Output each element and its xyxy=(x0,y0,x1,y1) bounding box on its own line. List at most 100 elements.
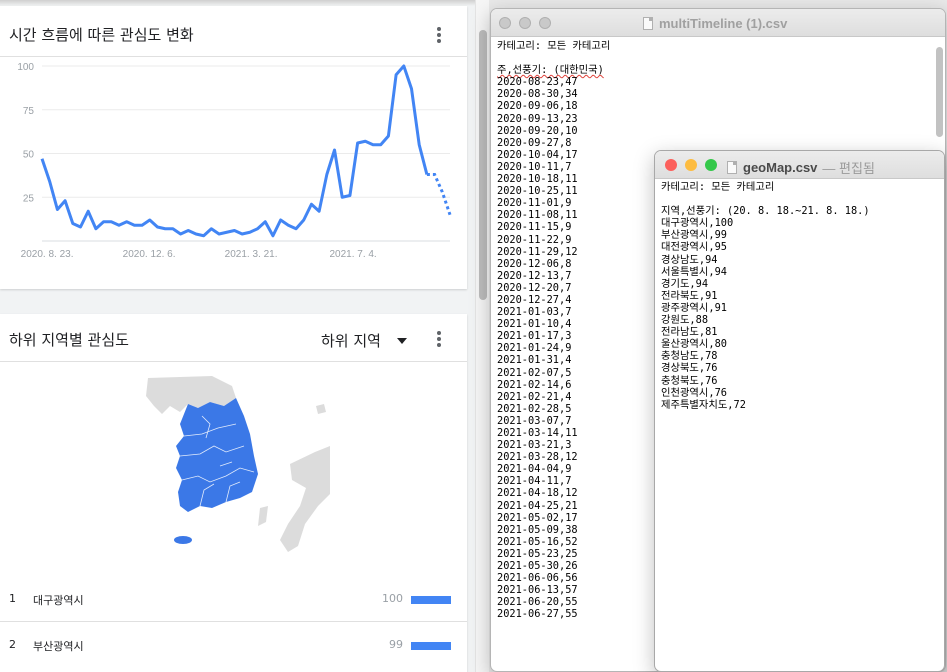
text-line: 2021-06-27,55 xyxy=(497,608,578,621)
interest-over-time-card: 시간 흐름에 따른 관심도 변화 25 50 75 100 2020. 8. 23. 20… xyxy=(0,6,467,289)
text-line: 2021-06-13,57 xyxy=(497,584,578,597)
y-tick-label: 75 xyxy=(23,106,35,117)
text-line: 2020-09-20,10 xyxy=(497,124,578,137)
text-line: 경상남도,94 xyxy=(661,253,718,266)
text-line: 지역,선풍기: (20. 8. 18.~21. 8. 18.) xyxy=(661,205,870,218)
text-line: 2021-03-21,3 xyxy=(497,439,572,452)
text-line xyxy=(497,52,610,64)
text-line: 대구광역시,100 xyxy=(661,217,734,230)
text-line: 광주광역시,91 xyxy=(661,301,727,314)
text-line: 2021-02-14,6 xyxy=(497,378,572,391)
caret-down-icon xyxy=(396,337,407,344)
ranking-value: 100 xyxy=(382,592,403,605)
text-line: 2021-04-11,7 xyxy=(497,475,572,488)
more-options-icon[interactable] xyxy=(437,27,441,43)
text-line: 부산광역시,99 xyxy=(661,229,727,242)
text-line: 2021-03-07,7 xyxy=(497,414,572,427)
text-line: 주,선풍기: (대한민국) xyxy=(497,64,604,77)
subregion-dropdown-value: 하위 지역 xyxy=(321,332,381,350)
text-line: 2020-10-11,7 xyxy=(497,160,572,173)
minimize-button[interactable] xyxy=(519,17,531,29)
interest-by-subregion-title: 하위 지역별 관심도 xyxy=(9,331,129,349)
map-small-island xyxy=(316,404,326,414)
ranking-value: 99 xyxy=(389,638,403,651)
text-line: 2020-12-13,7 xyxy=(497,269,572,282)
text-line: 2020-09-27,8 xyxy=(497,136,572,149)
ranking-bar xyxy=(411,596,451,604)
text-line: 2021-06-06,56 xyxy=(497,572,578,585)
close-button[interactable] xyxy=(499,17,511,29)
map-japan xyxy=(280,446,330,552)
text-line: 대전광역시,95 xyxy=(661,241,727,254)
more-options-icon[interactable] xyxy=(437,331,441,347)
text-line: 2021-01-03,7 xyxy=(497,306,572,319)
ranking-region-name: 부산광역시 xyxy=(33,640,84,653)
window-titlebar[interactable]: geoMap.csv — 편집됨 xyxy=(655,151,944,179)
minimize-button[interactable] xyxy=(685,159,697,171)
text-line: 2020-11-29,12 xyxy=(497,245,578,258)
ranking-row[interactable]: 2 부산광역시 99 xyxy=(0,622,467,668)
interest-line-chart: 25 50 75 100 2020. 8. 23. 2020. 12. 6. 2021. 3… xyxy=(17,62,452,260)
document-icon xyxy=(643,17,653,30)
text-line: 2020-09-13,23 xyxy=(497,112,578,125)
text-line: 2020-11-15,9 xyxy=(497,221,572,234)
map-tsushima xyxy=(258,506,268,526)
ranking-number: 1 xyxy=(9,592,16,605)
text-line: 2021-01-17,3 xyxy=(497,330,572,343)
text-line: 2021-02-07,5 xyxy=(497,366,572,379)
x-tick-label: 2021. 3. 21. xyxy=(225,249,278,260)
text-line: 2021-04-25,21 xyxy=(497,499,578,512)
text-line: 2021-02-28,5 xyxy=(497,402,572,415)
korea-region-map xyxy=(146,376,330,552)
text-line: 경상북도,76 xyxy=(661,362,718,375)
text-line: 2021-05-23,25 xyxy=(497,547,578,560)
close-button[interactable] xyxy=(665,159,677,171)
text-scrollbar-thumb[interactable] xyxy=(936,47,943,137)
series-partial-line xyxy=(426,173,452,216)
y-tick-label: 25 xyxy=(23,193,35,204)
text-line: 서울특별시,94 xyxy=(661,265,727,278)
text-window-geomap[interactable]: geoMap.csv — 편집됨 카테고리: 모든 카테고리 지역,선풍기: (… xyxy=(654,150,945,672)
series-line xyxy=(40,64,429,238)
text-line: 카테고리: 모든 카테고리 xyxy=(497,40,611,52)
text-line: 전라남도,81 xyxy=(661,326,718,339)
text-line: 울산광역시,80 xyxy=(661,338,727,351)
text-line: 2021-05-16,52 xyxy=(497,535,578,548)
text-line: 2021-01-24,9 xyxy=(497,342,572,355)
page-scrollbar-thumb[interactable] xyxy=(479,30,487,300)
text-line: 2021-02-21,4 xyxy=(497,390,572,403)
interest-over-time-title: 시간 흐름에 따른 관심도 변화 xyxy=(9,26,194,44)
ranking-region-name: 대구광역시 xyxy=(33,594,84,607)
y-tick-label: 100 xyxy=(17,62,34,73)
window-title-text: geoMap.csv xyxy=(743,160,818,175)
text-line: 충청북도,76 xyxy=(661,374,718,387)
x-tick-label: 2020. 8. 23. xyxy=(21,249,74,260)
x-tick-label: 2021. 7. 4. xyxy=(329,249,376,260)
text-line: 전라북도,91 xyxy=(661,289,718,302)
text-line: 2021-01-10,4 xyxy=(497,318,572,331)
text-line: 2020-08-30,34 xyxy=(497,88,578,101)
text-line: 경기도,94 xyxy=(661,277,709,290)
x-tick-label: 2020. 12. 6. xyxy=(123,249,176,260)
window-titlebar[interactable]: multiTimeline (1).csv xyxy=(491,9,945,37)
text-line: 강원도,88 xyxy=(661,314,709,327)
card-divider xyxy=(0,361,467,362)
text-line: 인천광역시,76 xyxy=(661,386,727,399)
edited-status: — 편집됨 xyxy=(822,161,875,176)
window-title: geoMap.csv — 편집됨 xyxy=(727,158,875,177)
csv-text-content[interactable]: 카테고리: 모든 카테고리 지역,선풍기: (20. 8. 18.~21. 8.… xyxy=(661,181,870,411)
text-line: 제주특별자치도,72 xyxy=(661,398,746,411)
y-tick-label: 50 xyxy=(23,150,35,161)
text-line: 2021-05-09,38 xyxy=(497,523,578,536)
ranking-row[interactable]: 1 대구광역시 100 xyxy=(0,576,467,622)
text-line: 2021-03-28,12 xyxy=(497,451,578,464)
zoom-button[interactable] xyxy=(705,159,717,171)
text-line: 2020-12-27,4 xyxy=(497,293,572,306)
subregion-dropdown[interactable]: 하위 지역 xyxy=(321,330,407,351)
text-line: 2020-11-01,9 xyxy=(497,197,572,210)
map-jeju xyxy=(174,536,192,544)
document-icon xyxy=(727,161,737,174)
zoom-button[interactable] xyxy=(539,17,551,29)
csv-text-content[interactable]: 카테고리: 모든 카테고리 주,선풍기: (대한민국) 2020-08-23,47… xyxy=(497,40,610,621)
text-line: 2020-11-22,9 xyxy=(497,233,572,246)
